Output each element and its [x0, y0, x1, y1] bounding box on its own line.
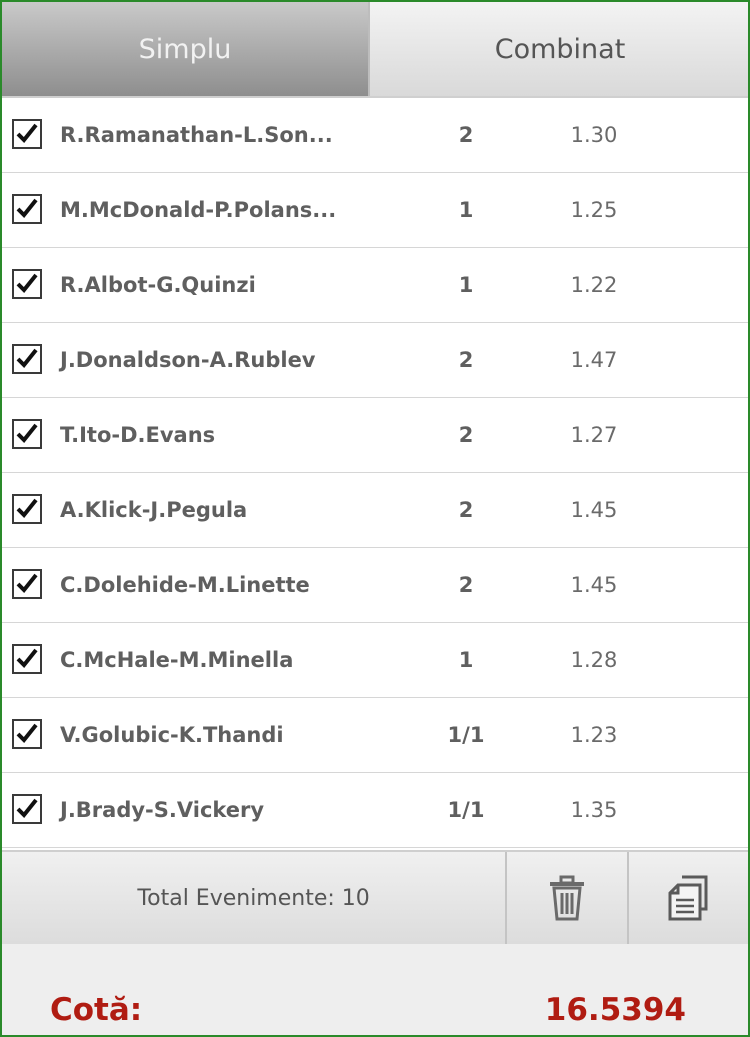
trash-icon: [549, 875, 584, 921]
total-events: Total Evenimente: 10: [2, 852, 508, 944]
bet-checkbox[interactable]: [12, 794, 42, 824]
bet-odd: 1.25: [570, 198, 618, 222]
bet-checkbox[interactable]: [12, 269, 42, 299]
checkmark-icon: [16, 723, 38, 743]
bet-row: C.Dolehide-M.Linette 2 1.45: [2, 548, 748, 623]
bet-row: J.Brady-S.Vickery 1/1 1.35: [2, 773, 748, 848]
match-name: V.Golubic-K.Thandi: [60, 723, 284, 747]
bet-checkbox[interactable]: [12, 119, 42, 149]
delete-all-button[interactable]: [507, 852, 629, 944]
bet-checkbox[interactable]: [12, 644, 42, 674]
bet-pick: 2: [458, 498, 474, 522]
bet-list: R.Ramanathan-L.Son... 2 1.30 M.McDonald-…: [2, 98, 748, 848]
match-name: R.Albot-G.Quinzi: [60, 273, 256, 297]
bet-odd: 1.23: [570, 723, 618, 747]
bet-checkbox[interactable]: [12, 494, 42, 524]
match-name: C.Dolehide-M.Linette: [60, 573, 310, 597]
bet-pick: 2: [458, 348, 474, 372]
bet-row: V.Golubic-K.Thandi 1/1 1.23: [2, 698, 748, 773]
bet-odd: 1.27: [570, 423, 618, 447]
bet-pick: 2: [458, 423, 474, 447]
copy-icon: [668, 875, 708, 921]
copy-button[interactable]: [629, 852, 748, 944]
bet-pick: 2: [458, 573, 474, 597]
bet-checkbox[interactable]: [12, 569, 42, 599]
bet-row: R.Ramanathan-L.Son... 2 1.30: [2, 98, 748, 173]
match-name: J.Donaldson-A.Rublev: [60, 348, 316, 372]
bet-pick: 2: [458, 123, 474, 147]
bet-odd: 1.45: [570, 573, 618, 597]
checkmark-icon: [16, 573, 38, 593]
match-name: J.Brady-S.Vickery: [60, 798, 265, 822]
match-name: C.McHale-M.Minella: [60, 648, 294, 672]
bet-pick: 1: [458, 648, 474, 672]
bet-checkbox[interactable]: [12, 419, 42, 449]
total-odds-value: 16.5394: [544, 992, 686, 1028]
betslip-tabs: Simplu Combinat: [2, 2, 748, 98]
checkmark-icon: [16, 198, 38, 218]
checkmark-icon: [16, 423, 38, 443]
bet-checkbox[interactable]: [12, 719, 42, 749]
bet-odd: 1.35: [570, 798, 618, 822]
bet-pick: 1: [458, 273, 474, 297]
bet-row: A.Klick-J.Pegula 2 1.45: [2, 473, 748, 548]
bet-pick: 1: [458, 198, 474, 222]
match-name: M.McDonald-P.Polans...: [60, 198, 337, 222]
bet-pick: 1/1: [447, 798, 485, 822]
bet-row: R.Albot-G.Quinzi 1 1.22: [2, 248, 748, 323]
betslip-panel: Simplu Combinat R.Ramanathan-L.Son... 2 …: [0, 0, 750, 1037]
checkmark-icon: [16, 348, 38, 368]
total-odds-label: Cotă:: [50, 992, 143, 1028]
bet-odd: 1.45: [570, 498, 618, 522]
checkmark-icon: [16, 798, 38, 818]
bet-checkbox[interactable]: [12, 344, 42, 374]
bet-odd: 1.30: [570, 123, 618, 147]
betslip-footer: Total Evenimente: 10: [2, 850, 748, 946]
checkmark-icon: [16, 273, 38, 293]
checkmark-icon: [16, 123, 38, 143]
checkmark-icon: [16, 498, 38, 518]
bet-row: J.Donaldson-A.Rublev 2 1.47: [2, 323, 748, 398]
bet-odd: 1.22: [570, 273, 618, 297]
bet-pick: 1/1: [447, 723, 485, 747]
checkmark-icon: [16, 648, 38, 668]
match-name: A.Klick-J.Pegula: [60, 498, 248, 522]
bet-row: T.Ito-D.Evans 2 1.27: [2, 398, 748, 473]
match-name: R.Ramanathan-L.Son...: [60, 123, 333, 147]
tab-combinat[interactable]: Combinat: [368, 2, 748, 96]
bet-checkbox[interactable]: [12, 194, 42, 224]
bet-row: M.McDonald-P.Polans... 1 1.25: [2, 173, 748, 248]
bet-row: C.McHale-M.Minella 1 1.28: [2, 623, 748, 698]
bet-odd: 1.47: [570, 348, 618, 372]
odds-summary: Cotă: 16.5394: [2, 944, 748, 1035]
match-name: T.Ito-D.Evans: [60, 423, 216, 447]
bet-odd: 1.28: [570, 648, 618, 672]
tab-simplu[interactable]: Simplu: [2, 2, 368, 96]
